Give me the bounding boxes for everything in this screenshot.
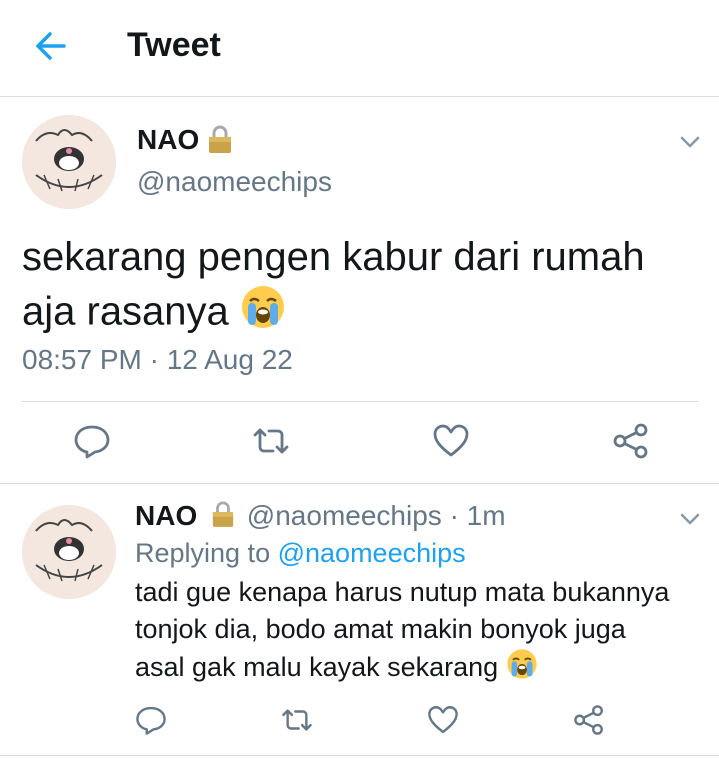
reply-text: tadi gue kenapa harus nutup mata bukanny… [135,574,715,690]
author-name: NAO [137,124,200,155]
tweet-text: sekarang pengen kabur dari rumah aja ras… [22,230,702,344]
reply-text-line-last: asal gak malu kayak sekarang [135,648,715,690]
share-icon[interactable] [572,703,606,737]
like-icon[interactable] [426,703,460,737]
author-handle[interactable]: @naomeechips [247,500,442,531]
reply-icon[interactable] [134,703,168,737]
tweet-timestamp[interactable]: 08:57 PM · 12 Aug 22 [22,344,293,376]
lock-icon [211,500,235,535]
replying-to: Replying to @naomeechips [135,538,466,569]
retweet-icon[interactable] [251,421,291,461]
replying-to-handle[interactable]: @naomeechips [278,538,466,568]
avatar[interactable] [22,505,116,599]
page-title: Tweet [127,26,221,64]
replying-to-label: Replying to [135,538,271,568]
divider [0,483,719,484]
tweet-text-content: sekarang pengen kabur dari rumah aja ras… [22,235,645,334]
chevron-down-icon[interactable] [678,130,702,154]
share-icon[interactable] [611,421,651,461]
reply-time: · 1m [449,500,506,531]
retweet-icon[interactable] [280,703,314,737]
reply-text-line: tonjok dia, bodo amat makin bonyok juga [135,614,626,644]
like-icon[interactable] [431,421,471,461]
reply-text-line: asal gak malu kayak sekarang [135,652,499,683]
loudly-crying-face-icon [240,284,286,344]
author-name: NAO [135,500,198,531]
reply-text-line: tadi gue kenapa harus nutup mata bukanny… [135,577,670,607]
loudly-crying-face-icon [506,648,538,690]
reply-icon[interactable] [72,421,112,461]
reply-header: NAO @naomeechips · 1m [135,500,506,535]
divider [0,755,719,756]
avatar[interactable] [22,115,116,209]
chevron-down-icon[interactable] [678,507,702,531]
author-handle[interactable]: @naomeechips [137,166,332,198]
back-arrow-icon[interactable] [30,28,70,64]
divider [22,401,698,402]
top-bar: Tweet [0,0,719,97]
lock-icon [207,124,233,154]
